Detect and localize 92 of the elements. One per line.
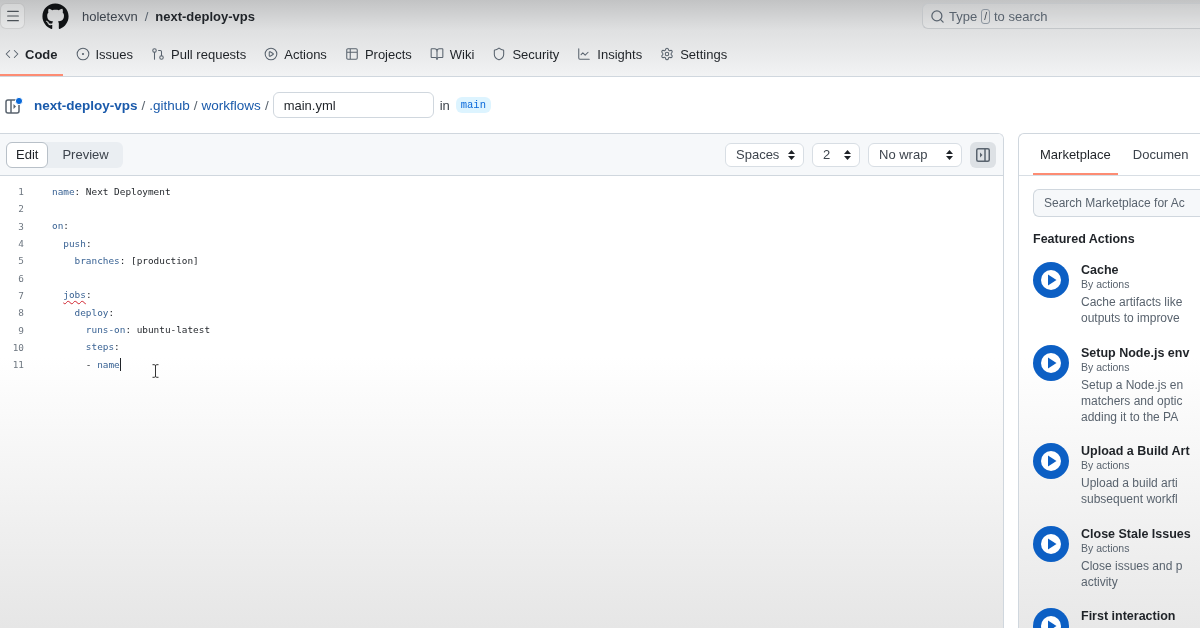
- marketplace-search-field[interactable]: Search Marketplace for Ac: [1033, 189, 1200, 217]
- search-field[interactable]: Type / to search: [922, 3, 1200, 29]
- code-line: runs-on: ubuntu-latest: [84, 323, 211, 337]
- action-title-link[interactable]: First interaction: [1081, 608, 1176, 624]
- logo-icon[interactable]: [42, 2, 69, 30]
- nav-tab[interactable]: Code: [0, 32, 63, 76]
- path-separator: /: [141, 97, 146, 113]
- panel-tab[interactable]: Marketplace: [1033, 134, 1118, 175]
- action-description: Upload a build arti subsequent workfl: [1081, 475, 1178, 507]
- circle-dot-icon: [75, 47, 90, 61]
- code-line: jobs:: [62, 288, 92, 303]
- search-placeholder: Type: [949, 8, 978, 24]
- book-icon: [429, 47, 444, 61]
- select-box[interactable]: No wrap: [868, 142, 962, 167]
- action-title-link[interactable]: Cache: [1081, 262, 1119, 278]
- folder-crumb-link[interactable]: .github: [149, 97, 190, 113]
- panel-tab[interactable]: Documen: [1117, 134, 1200, 175]
- line-number: 1: [17, 186, 24, 198]
- action-author: By actions: [1081, 278, 1130, 291]
- menu-icon: [4, 8, 21, 24]
- sidebar-toggle-icon[interactable]: [5, 96, 23, 114]
- sort-caret-icon: [844, 149, 851, 160]
- sort-caret-icon: [946, 149, 953, 160]
- action-description: Cache artifacts like outputs to improve: [1081, 294, 1183, 326]
- line-number: 9: [17, 324, 24, 336]
- line-number: 2: [17, 203, 24, 215]
- line-number: 5: [17, 255, 24, 267]
- action-title-link[interactable]: Close Stale Issues: [1081, 525, 1191, 542]
- nav-tab[interactable]: Projects: [339, 32, 417, 76]
- action-author: By actions: [1081, 459, 1130, 472]
- action-description: Setup a Node.js en matchers and optic adding it to the PA: [1081, 376, 1184, 425]
- line-chart-icon: [577, 47, 592, 61]
- nav-tab[interactable]: Security: [487, 32, 565, 76]
- mode-tab[interactable]: Edit: [6, 141, 49, 168]
- code-line: push:: [62, 236, 92, 251]
- filename-input[interactable]: main.yml: [272, 92, 434, 118]
- line-number: 8: [17, 307, 24, 319]
- play-circle-icon: [1033, 443, 1069, 479]
- select-box[interactable]: 2: [812, 142, 860, 167]
- line-number: 10: [11, 341, 24, 353]
- menu-button[interactable]: [0, 3, 25, 29]
- branch-label[interactable]: main: [455, 97, 491, 113]
- code-line: steps:: [84, 340, 120, 355]
- line-number: 4: [17, 238, 24, 250]
- settings-icon: [660, 47, 675, 61]
- panel-toggle-button[interactable]: [970, 141, 996, 168]
- action-title-link[interactable]: Setup Node.js env: [1081, 344, 1190, 361]
- code-icon: [5, 47, 19, 61]
- pull-request-icon: [151, 47, 166, 61]
- table-icon: [344, 47, 359, 61]
- text-cursor-icon: [152, 364, 159, 378]
- folder-crumb-link[interactable]: workflows: [201, 97, 261, 113]
- path-separator: /: [264, 97, 269, 113]
- action-author: By actions: [1081, 360, 1130, 374]
- play-circle-icon: [264, 47, 279, 61]
- nav-tab[interactable]: Settings: [655, 32, 733, 76]
- mode-tab[interactable]: Preview: [48, 141, 123, 168]
- line-number: 11: [11, 359, 24, 371]
- nav-tab[interactable]: Issues: [70, 32, 139, 76]
- section-heading: Featured Actions: [1033, 232, 1136, 247]
- path-separator: /: [144, 8, 149, 24]
- play-circle-icon: [1033, 525, 1069, 562]
- owner-link[interactable]: holetexvn: [82, 8, 138, 24]
- repo-link[interactable]: next-deploy-vps: [155, 8, 255, 24]
- code-line: - name: [84, 356, 121, 373]
- line-number: 6: [17, 272, 24, 284]
- search-icon: [930, 8, 945, 24]
- line-number: 7: [17, 289, 24, 301]
- line-number: 3: [17, 220, 24, 232]
- play-circle-icon: [1033, 344, 1069, 381]
- sort-caret-icon: [788, 149, 795, 160]
- shield-icon: [492, 47, 507, 61]
- select-box[interactable]: Spaces: [725, 142, 804, 167]
- action-description: Close issues and p activity: [1081, 557, 1183, 590]
- action-author: By actions: [1081, 541, 1130, 555]
- play-circle-icon: [1033, 262, 1069, 298]
- sidebar-panel-icon: [976, 147, 990, 162]
- code-line: on:: [52, 219, 69, 234]
- repo-crumb-link[interactable]: next-deploy-vps: [34, 97, 138, 113]
- code-line: branches: [production]: [73, 253, 199, 268]
- code-line: name: Next Deployment: [52, 184, 171, 199]
- action-title-link[interactable]: Upload a Build Art: [1081, 443, 1190, 459]
- path-separator: /: [193, 97, 198, 113]
- nav-tab[interactable]: Pull requests: [146, 32, 252, 76]
- search-placeholder: to search: [993, 8, 1048, 24]
- code-line: deploy:: [73, 305, 115, 320]
- branch-prefix: in: [439, 97, 450, 113]
- shortcut-key: /: [981, 8, 990, 24]
- nav-tab[interactable]: Actions: [259, 32, 332, 76]
- text-caret: [119, 357, 121, 371]
- nav-tab[interactable]: Insights: [572, 32, 648, 76]
- nav-tab[interactable]: Wiki: [424, 32, 480, 76]
